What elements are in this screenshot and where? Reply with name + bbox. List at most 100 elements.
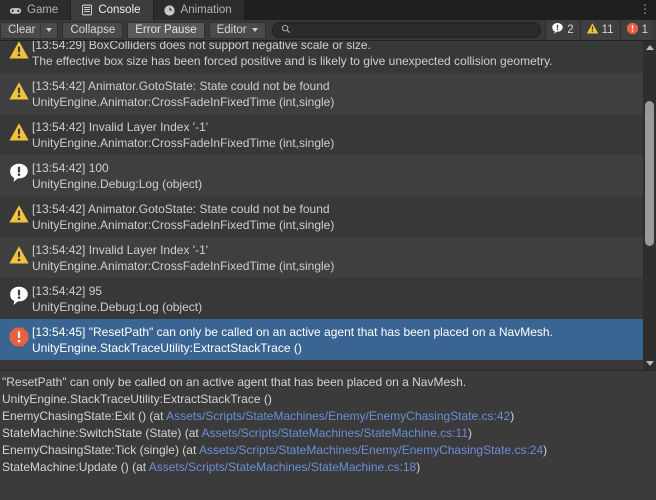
clear-dropdown-button[interactable]: [40, 21, 59, 39]
clear-button[interactable]: Clear: [0, 21, 41, 39]
console-list-icon: [80, 4, 93, 17]
stack-trace-file-link[interactable]: Assets/Scripts/StateMachines/StateMachin…: [149, 460, 416, 474]
stack-trace-line: "ResetPath" can only be called on an act…: [2, 374, 650, 391]
log-row-line1: [13:54:42] Invalid Layer Index '-1': [32, 120, 209, 134]
scrollbar-track[interactable]: [643, 54, 656, 357]
console-toolbar: Clear Collapse Error Pause Editor 2 11 1: [0, 20, 656, 41]
log-row[interactable]: [13:54:42] Invalid Layer Index '-1' Unit…: [0, 237, 656, 278]
log-counters: 2 11 1: [545, 20, 652, 40]
stack-trace-file-link[interactable]: Assets/Scripts/StateMachines/Enemy/Enemy…: [199, 443, 543, 457]
info-bubble-icon: [6, 159, 32, 184]
log-row-selected[interactable]: [13:54:45] "ResetPath" can only be calle…: [0, 319, 656, 360]
log-row-text: [13:54:42] Animator.GotoState: State cou…: [32, 77, 640, 110]
log-row-text: [13:54:42] 100 UnityEngine.Debug:Log (ob…: [32, 159, 640, 192]
tab-console[interactable]: Console: [71, 0, 154, 20]
log-row-line1: [13:54:42] Invalid Layer Index '-1': [32, 243, 209, 257]
log-row-line2: UnityEngine.Animator:CrossFadeInFixedTim…: [32, 95, 335, 109]
stack-trace-suffix: ): [468, 426, 473, 440]
tab-bar: Game Console Animation ⋮: [0, 0, 656, 20]
stack-trace-suffix: ): [510, 409, 515, 423]
warning-triangle-icon: [6, 41, 32, 61]
gamepad-icon: [9, 4, 22, 17]
stack-trace-line: StateMachine:SwitchState (State) (at Ass…: [2, 425, 650, 442]
editor-dropdown-button[interactable]: Editor: [208, 21, 266, 39]
log-row-line2: UnityEngine.Debug:Log (object): [32, 177, 203, 191]
log-row[interactable]: [13:54:42] 95 UnityEngine.Debug:Log (obj…: [0, 278, 656, 319]
search-icon: [281, 24, 291, 37]
log-row-text: [13:54:29] BoxColliders does not support…: [32, 41, 640, 69]
stack-trace-text: UnityEngine.StackTraceUtility:ExtractSta…: [2, 392, 272, 406]
stack-trace-line: StateMachine:Update () (at Assets/Script…: [2, 459, 650, 476]
stack-trace-prefix: EnemyChasingState:Tick (single) (at: [2, 443, 199, 457]
log-list-scrollbar[interactable]: [643, 41, 656, 370]
stack-trace-prefix: StateMachine:Update () (at: [2, 460, 149, 474]
stack-trace-line: UnityEngine.StackTraceUtility:ExtractSta…: [2, 391, 650, 408]
stack-trace-text: "ResetPath" can only be called on an act…: [2, 375, 467, 389]
warning-triangle-icon: [6, 241, 32, 266]
log-row-line2: The effective box size has been forced p…: [32, 54, 553, 68]
stack-trace-suffix: ): [543, 443, 548, 457]
log-row-line2: UnityEngine.Animator:CrossFadeInFixedTim…: [32, 136, 335, 150]
log-row[interactable]: [13:54:42] Animator.GotoState: State cou…: [0, 196, 656, 237]
collapse-button[interactable]: Collapse: [62, 21, 124, 39]
log-row[interactable]: [13:54:42] Invalid Layer Index '-1' Unit…: [0, 114, 656, 155]
log-list: [13:54:29] BoxColliders does not support…: [0, 41, 656, 370]
log-row-line1: [13:54:42] Animator.GotoState: State cou…: [32, 202, 330, 216]
clear-button-group: Clear: [0, 21, 59, 39]
warning-triangle-icon: [586, 22, 599, 38]
log-row-line1: [13:54:45] "ResetPath" can only be calle…: [32, 325, 553, 339]
info-bubble-icon: [6, 282, 32, 307]
stack-trace-file-link[interactable]: Assets/Scripts/StateMachines/StateMachin…: [201, 426, 468, 440]
warning-triangle-icon: [6, 118, 32, 143]
warning-triangle-icon: [6, 77, 32, 102]
tab-console-label: Console: [98, 4, 141, 16]
tab-game[interactable]: Game: [0, 0, 72, 20]
error-pause-button[interactable]: Error Pause: [127, 21, 205, 39]
chevron-up-icon: [645, 45, 654, 50]
scrollbar-thumb[interactable]: [645, 101, 654, 246]
stack-trace-prefix: StateMachine:SwitchState (State) (at: [2, 426, 202, 440]
log-row[interactable]: [13:54:29] BoxColliders does not support…: [0, 41, 656, 73]
log-row-line2: UnityEngine.StackTraceUtility:ExtractSta…: [32, 341, 302, 355]
log-row-text: [13:54:42] Invalid Layer Index '-1' Unit…: [32, 241, 640, 274]
info-count: 2: [567, 24, 574, 36]
log-row-text: [13:54:42] Animator.GotoState: State cou…: [32, 200, 640, 233]
log-row-line1: [13:54:42] Animator.GotoState: State cou…: [32, 79, 330, 93]
info-bubble-icon: [551, 22, 564, 38]
tab-game-label: Game: [27, 4, 59, 16]
stack-trace-pane[interactable]: "ResetPath" can only be called on an act…: [0, 370, 656, 500]
search-field[interactable]: [271, 22, 542, 38]
log-row-line1: [13:54:29] BoxColliders does not support…: [32, 41, 371, 52]
stack-trace-suffix: ): [416, 460, 421, 474]
warning-count: 11: [601, 24, 614, 36]
unity-console-window: Game Console Animation ⋮ Clear Collapse …: [0, 0, 656, 500]
log-row[interactable]: [13:54:42] Animator.GotoState: State cou…: [0, 73, 656, 114]
error-octagon-icon: [6, 323, 32, 348]
error-count: 1: [641, 24, 648, 36]
log-row-line2: UnityEngine.Animator:CrossFadeInFixedTim…: [32, 218, 335, 232]
scroll-down-button[interactable]: [643, 357, 656, 370]
log-row-line1: [13:54:42] 95: [32, 284, 103, 298]
tab-animation[interactable]: Animation: [153, 0, 245, 20]
stack-trace-prefix: EnemyChasingState:Exit () (at: [2, 409, 167, 423]
scroll-up-button[interactable]: [643, 41, 656, 54]
log-rows: [13:54:29] BoxColliders does not support…: [0, 41, 656, 360]
log-row-text: [13:54:42] 95 UnityEngine.Debug:Log (obj…: [32, 282, 640, 315]
log-row-text: [13:54:42] Invalid Layer Index '-1' Unit…: [32, 118, 640, 151]
chevron-down-icon: [645, 361, 654, 366]
log-row[interactable]: [13:54:42] 100 UnityEngine.Debug:Log (ob…: [0, 155, 656, 196]
kebab-menu-icon[interactable]: ⋮: [637, 0, 656, 20]
error-octagon-icon: [626, 22, 639, 38]
log-row-line2: UnityEngine.Debug:Log (object): [32, 300, 203, 314]
stack-trace-file-link[interactable]: Assets/Scripts/StateMachines/Enemy/Enemy…: [166, 409, 510, 423]
search-input[interactable]: [290, 23, 533, 37]
warning-counter[interactable]: 11: [579, 20, 620, 40]
warning-triangle-icon: [6, 200, 32, 225]
tab-bar-filler: [244, 0, 637, 20]
error-counter[interactable]: 1: [619, 20, 652, 40]
log-row-line2: UnityEngine.Animator:CrossFadeInFixedTim…: [32, 259, 335, 273]
log-row-text: [13:54:45] "ResetPath" can only be calle…: [32, 323, 640, 356]
tab-animation-label: Animation: [180, 4, 232, 16]
info-counter[interactable]: 2: [545, 20, 580, 40]
clock-icon: [163, 4, 176, 17]
